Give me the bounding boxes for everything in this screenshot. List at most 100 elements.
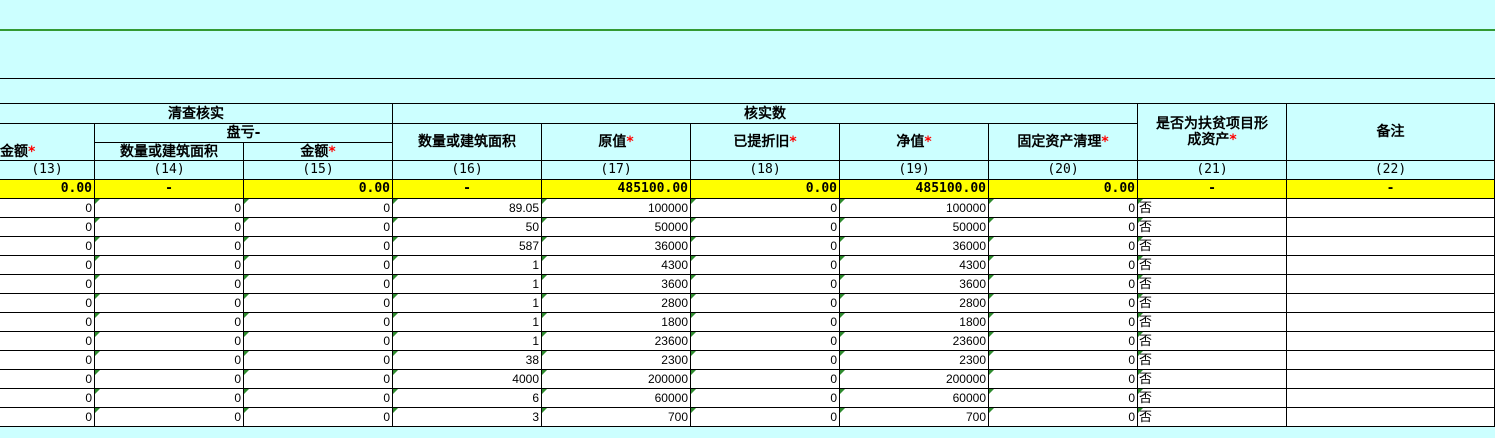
table-cell[interactable]: 0	[989, 332, 1138, 351]
table-cell[interactable]: 3	[393, 408, 542, 427]
table-cell[interactable]: 1	[393, 294, 542, 313]
table-cell[interactable]: 36000	[542, 237, 691, 256]
header-col-15[interactable]: 金额 *	[244, 143, 393, 161]
table-cell[interactable]: 0	[244, 199, 393, 218]
column-number-cell[interactable]: (20)	[989, 161, 1138, 180]
total-cell[interactable]: 485100.00	[542, 180, 691, 199]
table-cell[interactable]: 2800	[542, 294, 691, 313]
table-cell[interactable]: 1800	[542, 313, 691, 332]
table-cell[interactable]	[1287, 332, 1495, 351]
header-col-20[interactable]: 固定资产清理 *	[989, 124, 1138, 161]
table-cell[interactable]: 否	[1138, 389, 1287, 408]
table-cell[interactable]: 0	[989, 370, 1138, 389]
table-cell[interactable]: 0	[95, 294, 244, 313]
table-cell[interactable]: 587	[393, 237, 542, 256]
table-cell[interactable]: 0	[0, 389, 95, 408]
table-cell[interactable]: 6	[393, 389, 542, 408]
table-cell[interactable]: 0	[95, 218, 244, 237]
column-number-cell[interactable]: (15)	[244, 161, 393, 180]
table-cell[interactable]: 0	[0, 294, 95, 313]
column-number-cell[interactable]: (13)	[0, 161, 95, 180]
table-cell[interactable]: 0	[691, 218, 840, 237]
table-cell[interactable]: 0	[95, 370, 244, 389]
total-cell[interactable]: 0.00	[989, 180, 1138, 199]
table-cell[interactable]: 否	[1138, 256, 1287, 275]
column-number-cell[interactable]: (14)	[95, 161, 244, 180]
table-cell[interactable]: 0	[989, 408, 1138, 427]
table-cell[interactable]: 0	[244, 218, 393, 237]
table-cell[interactable]	[1287, 351, 1495, 370]
table-cell[interactable]: 89.05	[393, 199, 542, 218]
table-cell[interactable]: 0	[691, 294, 840, 313]
table-cell[interactable]	[1287, 199, 1495, 218]
table-cell[interactable]: 0	[691, 237, 840, 256]
table-cell[interactable]: 0	[244, 256, 393, 275]
table-cell[interactable]: 2300	[840, 351, 989, 370]
table-cell[interactable]: 4000	[393, 370, 542, 389]
table-cell[interactable]: 0	[95, 332, 244, 351]
table-cell[interactable]	[1287, 237, 1495, 256]
header-col-17[interactable]: 原值 *	[542, 124, 691, 161]
table-cell[interactable]: 0	[0, 256, 95, 275]
table-cell[interactable]: 700	[542, 408, 691, 427]
table-cell[interactable]: 60000	[542, 389, 691, 408]
table-cell[interactable]: 0	[989, 199, 1138, 218]
table-cell[interactable]: 0	[0, 199, 95, 218]
table-cell[interactable]: 50000	[840, 218, 989, 237]
table-cell[interactable]: 否	[1138, 294, 1287, 313]
table-cell[interactable]: 0	[691, 199, 840, 218]
table-cell[interactable]: 0	[244, 351, 393, 370]
table-cell[interactable]: 1	[393, 256, 542, 275]
table-cell[interactable]: 0	[95, 313, 244, 332]
table-cell[interactable]: 0	[691, 313, 840, 332]
table-cell[interactable]: 0	[691, 389, 840, 408]
table-cell[interactable]: 50	[393, 218, 542, 237]
table-cell[interactable]: 0	[989, 275, 1138, 294]
table-cell[interactable]: 0	[691, 275, 840, 294]
table-cell[interactable]: 0	[244, 370, 393, 389]
table-cell[interactable]: 3600	[840, 275, 989, 294]
table-cell[interactable]	[1287, 275, 1495, 294]
table-cell[interactable]: 0	[0, 237, 95, 256]
table-cell[interactable]: 0	[0, 275, 95, 294]
table-cell[interactable]: 23600	[542, 332, 691, 351]
table-cell[interactable]: 0	[0, 313, 95, 332]
header-group-qingcha[interactable]: 清查核实	[0, 104, 393, 124]
table-cell[interactable]: 否	[1138, 332, 1287, 351]
table-cell[interactable]: 2300	[542, 351, 691, 370]
table-cell[interactable]: 0	[95, 389, 244, 408]
table-cell[interactable]: 4300	[542, 256, 691, 275]
table-cell[interactable]: 否	[1138, 313, 1287, 332]
table-cell[interactable]: 0	[691, 351, 840, 370]
table-cell[interactable]: 否	[1138, 275, 1287, 294]
header-col-13[interactable]: 金额 *	[0, 143, 95, 161]
table-cell[interactable]	[1287, 408, 1495, 427]
table-cell[interactable]: 23600	[840, 332, 989, 351]
table-cell[interactable]: 否	[1138, 237, 1287, 256]
table-cell[interactable]: 0	[691, 370, 840, 389]
total-cell[interactable]: -	[1138, 180, 1287, 199]
table-cell[interactable]	[1287, 313, 1495, 332]
table-cell[interactable]: 0	[244, 313, 393, 332]
total-cell[interactable]: -	[1287, 180, 1495, 199]
table-cell[interactable]: 0	[244, 389, 393, 408]
total-cell[interactable]: 0.00	[691, 180, 840, 199]
column-number-cell[interactable]: (19)	[840, 161, 989, 180]
table-cell[interactable]: 200000	[542, 370, 691, 389]
table-cell[interactable]: 100000	[840, 199, 989, 218]
header-col-16[interactable]: 数量或建筑面积	[393, 124, 542, 161]
table-cell[interactable]: 0	[244, 408, 393, 427]
table-cell[interactable]: 0	[95, 408, 244, 427]
column-number-cell[interactable]: (17)	[542, 161, 691, 180]
table-cell[interactable]: 0	[95, 199, 244, 218]
table-cell[interactable]: 38	[393, 351, 542, 370]
column-number-cell[interactable]: (16)	[393, 161, 542, 180]
table-cell[interactable]: 0	[244, 275, 393, 294]
table-cell[interactable]: 0	[989, 313, 1138, 332]
header-sub-pankui[interactable]: 盘亏-	[95, 124, 393, 143]
table-cell[interactable]: 100000	[542, 199, 691, 218]
table-cell[interactable]: 否	[1138, 218, 1287, 237]
column-number-cell[interactable]: (21)	[1138, 161, 1287, 180]
table-cell[interactable]: 0	[95, 237, 244, 256]
table-cell[interactable]: 0	[989, 351, 1138, 370]
